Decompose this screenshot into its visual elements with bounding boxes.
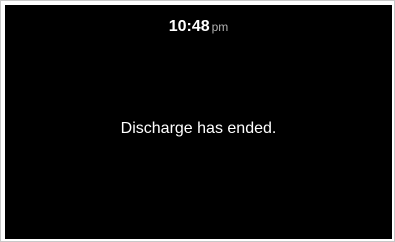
- status-message: Discharge has ended.: [120, 120, 277, 137]
- clock-period: pm: [211, 20, 229, 34]
- clock: 10:48 pm: [5, 17, 392, 37]
- display-frame: 10:48 pm Discharge has ended.: [0, 0, 395, 242]
- display-screen: 10:48 pm Discharge has ended.: [5, 5, 392, 239]
- clock-time: 10:48: [168, 18, 210, 35]
